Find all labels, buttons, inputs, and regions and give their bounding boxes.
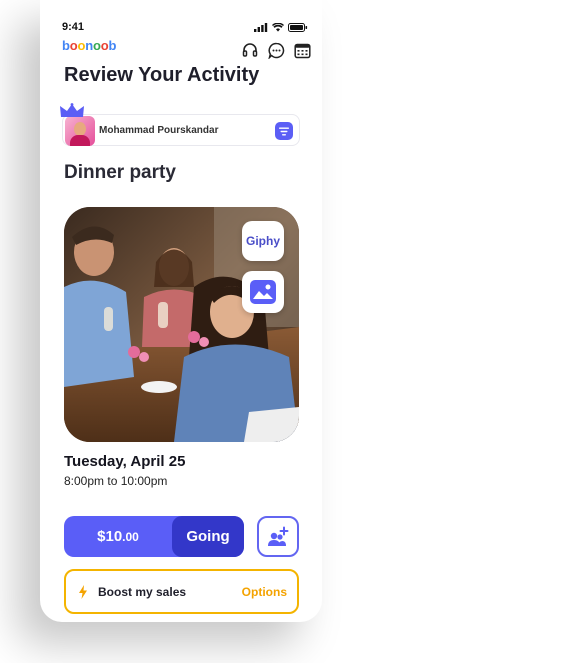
boost-label: Boost my sales bbox=[98, 584, 187, 599]
purchase-bar[interactable]: $10.00 Going bbox=[64, 516, 244, 557]
boost-bar[interactable]: Boost my sales Options bbox=[64, 569, 299, 614]
status-time: 9:41 bbox=[62, 21, 85, 33]
invite-friends-button[interactable] bbox=[257, 516, 299, 557]
price-main: $10 bbox=[97, 528, 123, 545]
phone-screen: 9:41 boonoob Review Your Activity Mohamm… bbox=[40, 0, 322, 622]
boost-options-button[interactable]: Options bbox=[242, 585, 287, 599]
ticket-price: $10.00 bbox=[64, 516, 172, 557]
calendar-icon[interactable] bbox=[292, 40, 312, 60]
app-logo: boonoob bbox=[62, 38, 116, 53]
logo-letter: o bbox=[69, 38, 78, 53]
add-people-icon bbox=[268, 526, 289, 546]
signal-icon bbox=[254, 22, 268, 32]
profile-menu-button[interactable] bbox=[275, 122, 293, 140]
add-image-button[interactable] bbox=[242, 271, 284, 313]
logo-letter: o bbox=[100, 38, 109, 53]
avatar[interactable] bbox=[65, 116, 95, 146]
headphones-icon[interactable] bbox=[240, 40, 260, 60]
chat-icon[interactable] bbox=[266, 40, 286, 60]
header-actions bbox=[240, 40, 312, 60]
battery-icon bbox=[288, 22, 308, 32]
profile-name: Mohammad Pourskandar bbox=[99, 125, 219, 136]
image-icon bbox=[250, 280, 276, 304]
logo-letter: o bbox=[93, 38, 101, 53]
giphy-button[interactable]: Giphy bbox=[242, 221, 284, 261]
price-cents: .00 bbox=[122, 529, 139, 544]
bolt-icon bbox=[78, 584, 92, 599]
wifi-icon bbox=[272, 22, 284, 32]
crown-icon bbox=[60, 103, 84, 117]
event-title: Dinner party bbox=[64, 162, 176, 183]
profile-bar[interactable]: Mohammad Pourskandar bbox=[60, 103, 300, 146]
menu-icon bbox=[279, 127, 289, 135]
logo-letter: b bbox=[108, 38, 117, 53]
logo-letter: n bbox=[85, 38, 93, 53]
logo-letter: b bbox=[62, 38, 70, 53]
event-time: 8:00pm to 10:00pm bbox=[64, 474, 168, 488]
event-date: Tuesday, April 25 bbox=[64, 453, 186, 470]
status-bar: 9:41 bbox=[62, 20, 308, 34]
status-icons bbox=[254, 22, 308, 32]
page-title: Review Your Activity bbox=[64, 64, 260, 86]
going-button[interactable]: Going bbox=[172, 516, 244, 557]
